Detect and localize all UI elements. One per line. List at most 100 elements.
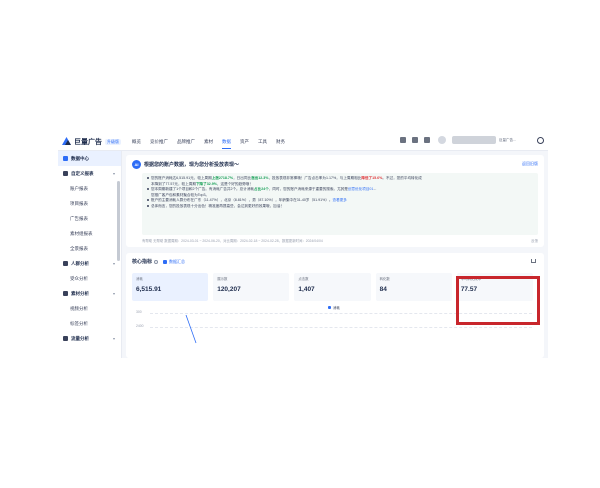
sidebar-scrollbar[interactable] (117, 181, 120, 261)
nav-item[interactable]: 资产 (240, 139, 249, 145)
sidebar-item[interactable]: 标签分析 (58, 316, 121, 331)
y-tick-label: 300 (136, 310, 142, 314)
core-metrics-title: 核心指标 (132, 259, 153, 265)
checkbox-icon[interactable] (163, 259, 168, 264)
insight-text: ，较上周期 (193, 176, 212, 180)
version-badge: 升级版 (105, 138, 121, 145)
sidebar-group[interactable]: 人群分析 ▾ (58, 256, 121, 271)
legend-swatch (328, 306, 331, 309)
sidebar-item[interactable]: 受众分析 (58, 271, 121, 286)
metric-card[interactable]: 转化数 84 (375, 273, 452, 301)
group-icon (63, 291, 68, 296)
metric-label: 展示数 (217, 277, 228, 281)
sidebar-group[interactable]: 素材分析 ▾ (58, 286, 121, 301)
message-icon[interactable] (412, 137, 418, 143)
metric-value: 1,407 (298, 286, 315, 293)
sidebar-item-label: 全景报表 (70, 245, 88, 251)
top-right-tools: 巨量广告... (394, 136, 544, 144)
insight-text: 您本周期新建了1个项目和2个广告。有消耗广告共 (151, 187, 231, 192)
sidebar-item-label: 数据中心 (71, 155, 89, 161)
y-tick-label: 2400 (136, 324, 144, 328)
sidebar-group[interactable]: 数据中心 (58, 151, 121, 166)
insight-link[interactable]: 查看更多 (333, 198, 347, 202)
insight-text: （11.47%）， (201, 198, 225, 203)
insight-text: ，投放表现非常棒哦！广告点击率为1.17%，与上周期相比 (268, 176, 362, 180)
sidebar-item[interactable]: 视频分析 (58, 301, 121, 316)
sidebar-item[interactable]: 全景报表 (58, 241, 121, 256)
sidebar-item-label: 项目报表 (70, 200, 88, 206)
user-account-blurred[interactable] (452, 136, 496, 144)
logo-text: 巨量广告 (74, 138, 102, 146)
sidebar-item-label: 素材组报表 (70, 230, 93, 236)
avatar[interactable] (438, 136, 446, 144)
metric-card[interactable]: 消耗 6,515.91 (132, 273, 209, 301)
feedback-link[interactable]: 反馈 (531, 238, 538, 243)
sidebar-group[interactable]: 流量分析 ▾ (58, 331, 121, 346)
nav-item[interactable]: 品牌推广 (177, 139, 195, 145)
top-navigation: 巨量广告 升级版 概览 竞价推广 品牌推广 素材 数据 资产 工具 财务 巨量广告... (58, 133, 548, 151)
bullet-icon (147, 205, 149, 208)
chevron-down-icon: ▾ (112, 336, 115, 341)
notification-icon[interactable] (424, 137, 430, 143)
metric-card[interactable]: 展示数 120,207 (213, 273, 290, 301)
metric-label: 点击数 (298, 277, 309, 281)
insight-body: 您的账户消耗达6,515.91元，较上周期上涨2718.7%，日出同比涨出12.… (142, 173, 538, 235)
group-icon (63, 156, 68, 161)
group-icon (63, 171, 68, 176)
insight-text: （51.91%）。 (309, 198, 333, 203)
sidebar-item-label: 受众分析 (70, 275, 88, 281)
export-icon[interactable] (531, 259, 536, 263)
insight-text: 总体而言，您的投放表现十分出色！精准度再提高些，会达到更好的效果哦，加油！ (151, 203, 284, 208)
logo-icon (62, 137, 71, 146)
sidebar-item-label: 人群分析 (71, 260, 89, 266)
sidebar-item-label: 视频分析 (70, 305, 88, 311)
insight-text: 上涨2718.7% (211, 176, 234, 180)
bullet-icon (147, 188, 149, 191)
sidebar-item-label: 自定义报表 (71, 170, 94, 176)
insight-title: 根据您的账户数据，现为您分析投放表现～ (144, 162, 240, 168)
nav-item[interactable]: 竞价推广 (150, 139, 168, 145)
highlight-box (456, 276, 540, 325)
logo[interactable]: 巨量广告 升级版 (62, 137, 132, 147)
nav-item[interactable]: 素材 (204, 139, 213, 145)
nav-item[interactable]: 财务 (276, 139, 285, 145)
series-line (185, 315, 197, 344)
gift-icon[interactable] (400, 137, 406, 143)
insight-text: ，较上周期 (177, 181, 196, 186)
sidebar-item[interactable]: 素材组报表 (58, 226, 121, 241)
sidebar-item[interactable]: 账户报表 (58, 181, 121, 196)
insight-text: 降低了15.6% (361, 176, 383, 180)
sidebar-item-label: 账户报表 (70, 185, 88, 191)
sidebar-item[interactable]: 项目报表 (58, 196, 121, 211)
sidebar-item-label: 标签分析 (70, 320, 88, 326)
sidebar: 数据中心 自定义报表 ▾ 账户报表 项目报表 广告报表 素材组报表 全景报表 人群分析 ▾ 受众分析… (58, 151, 122, 358)
insight-text: 77.57元 (165, 181, 178, 186)
insight-link[interactable]: 创意优化项目01 (348, 187, 374, 191)
gear-icon[interactable] (537, 136, 544, 144)
metric-card[interactable]: 点击数 1,407 (294, 273, 371, 301)
data-summary-option[interactable]: 数据汇总 (169, 259, 185, 265)
insight-text: （87.10%），年龄集中在 (255, 198, 297, 203)
insight-text: 31-40岁 (296, 198, 310, 203)
help-icon[interactable] (154, 259, 159, 264)
ai-insight-panel: AI 根据您的账户数据，现为您分析投放表现～ 返回旧版 您的账户消耗达6,515… (126, 155, 544, 247)
ai-assistant-icon: AI (132, 160, 141, 169)
insight-text: ，这是个好的趋势哦！ (216, 181, 253, 186)
bullet-icon (147, 199, 149, 202)
insight-text: ，同时，您的账户消耗来源于重要的搜索。尤其是 (268, 187, 348, 192)
sidebar-group[interactable]: 自定义报表 ▾ (58, 166, 121, 181)
bullet-icon (147, 177, 149, 180)
nav-item[interactable]: 数据 (222, 139, 231, 149)
insight-text: 下降了32.9% (195, 181, 217, 186)
insight-text: 账户的主要消耗人群分布在 (151, 198, 195, 203)
insight-text: 个。总计消耗 (232, 187, 255, 192)
group-icon (63, 336, 68, 341)
return-old-version-link[interactable]: 返回旧版 (522, 161, 538, 167)
nav-item[interactable]: 概览 (132, 139, 141, 145)
insight-text: 占比24个 (254, 187, 269, 192)
nav-item[interactable]: 工具 (258, 139, 267, 145)
user-name[interactable]: 巨量广告... (499, 138, 527, 143)
chart-legend[interactable]: 消耗 (328, 305, 340, 310)
sidebar-item[interactable]: 广告报表 (58, 211, 121, 226)
sidebar-item-label: 素材分析 (71, 290, 89, 296)
